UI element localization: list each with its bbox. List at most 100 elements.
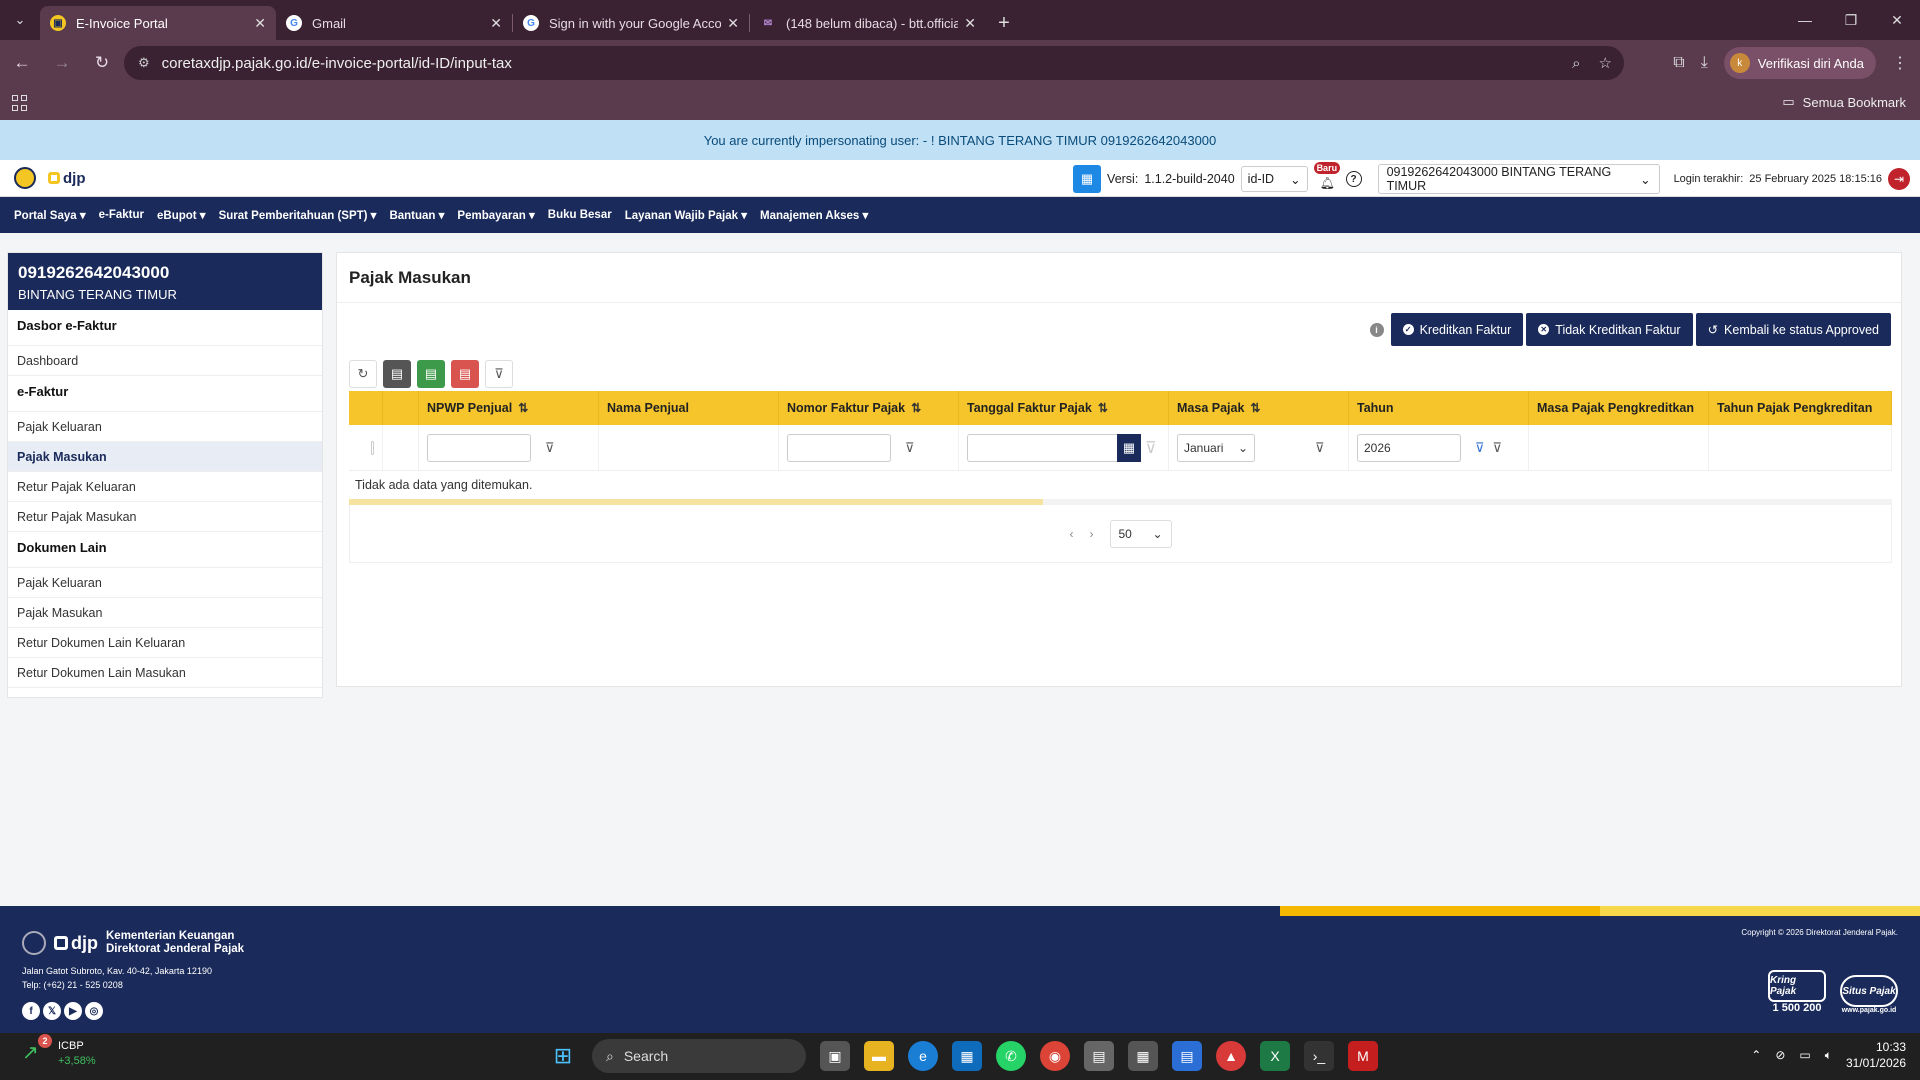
close-tab-icon[interactable]: ✕ xyxy=(727,15,739,32)
nav-item-8[interactable]: Manajemen Akses ▾ xyxy=(760,208,868,222)
excel-icon[interactable]: X xyxy=(1260,1041,1290,1071)
taskbar-search[interactable]: ⌕ Search xyxy=(592,1039,806,1073)
reload-icon[interactable]: ↻ xyxy=(84,45,120,81)
stock-widget[interactable]: ↗ 2 ICBP +3,58% xyxy=(22,1034,96,1069)
filter-active-icon[interactable]: ⊽ xyxy=(1475,440,1485,456)
sidebar-item[interactable]: Pajak Keluaran xyxy=(8,412,322,442)
calendar-icon[interactable]: ▦ xyxy=(1117,433,1141,462)
nomor-faktur-filter-input[interactable] xyxy=(787,433,891,462)
export-excel-icon[interactable]: ▤ xyxy=(417,360,445,388)
bookmark-star-icon[interactable]: ☆ xyxy=(1599,54,1612,72)
sidebar-item[interactable]: Retur Pajak Masukan xyxy=(8,502,322,532)
kembali-approved-button[interactable]: ↺ Kembali ke status Approved xyxy=(1695,313,1891,346)
nav-item-0[interactable]: Portal Saya ▾ xyxy=(14,208,86,222)
apps-grid-icon[interactable] xyxy=(12,95,28,111)
document-icon[interactable]: ▤ xyxy=(383,360,411,388)
app-icon[interactable]: ▤ xyxy=(1084,1041,1114,1071)
display-icon[interactable]: ▭ xyxy=(1799,1048,1810,1062)
nav-item-3[interactable]: Surat Pemberitahuan (SPT) ▾ xyxy=(219,208,377,222)
sidebar-item[interactable]: Retur Dokumen Lain Masukan xyxy=(8,658,322,688)
sidebar-item[interactable]: Pajak Masukan xyxy=(8,598,322,628)
refresh-icon[interactable]: ↻ xyxy=(349,360,377,388)
logout-icon[interactable]: ⇥ xyxy=(1888,168,1910,190)
export-pdf-icon[interactable]: ▤ xyxy=(451,360,479,388)
nav-item-7[interactable]: Layanan Wajib Pajak ▾ xyxy=(625,208,747,222)
anydesk-icon[interactable]: ▲ xyxy=(1216,1041,1246,1071)
situs-pajak-badge[interactable]: Situs Pajak www.pajak.go.id xyxy=(1840,975,1898,1014)
task-view-icon[interactable]: ▣ xyxy=(820,1041,850,1071)
site-info-icon[interactable]: ⚙ xyxy=(138,55,150,71)
edge-icon[interactable]: e xyxy=(908,1041,938,1071)
all-bookmarks[interactable]: ▭ Semua Bookmark xyxy=(1782,94,1906,110)
clock[interactable]: 10:33 31/01/2026 xyxy=(1846,1039,1906,1071)
kring-pajak-badge[interactable]: Kring Pajak 1 500 200 xyxy=(1768,970,1826,1014)
page-size-select[interactable]: 50 ⌄ xyxy=(1109,519,1172,548)
tab-google-signin[interactable]: G Sign in with your Google Accou ✕ xyxy=(513,6,749,40)
nav-item-1[interactable]: e-Faktur xyxy=(99,209,144,221)
clear-filter-icon[interactable]: ⊽ xyxy=(485,360,513,388)
column-header[interactable]: Tanggal Faktur Pajak ⇅ xyxy=(959,391,1169,425)
sidebar-item[interactable]: Pajak Masukan xyxy=(8,442,322,472)
chrome-icon[interactable]: ◉ xyxy=(1040,1041,1070,1071)
tahun-filter-input[interactable]: 2026 xyxy=(1357,433,1461,462)
clear-filter-icon[interactable]: ⊽ xyxy=(1315,440,1325,456)
taxpayer-select[interactable]: 0919262642043000 BINTANG TERANG TIMUR ⌄ xyxy=(1377,164,1660,194)
prev-page-icon[interactable]: ‹ xyxy=(1070,527,1074,541)
sidebar-item[interactable]: Retur Dokumen Lain Keluaran xyxy=(8,628,322,658)
volume-icon[interactable]: 🔈︎ xyxy=(1825,1048,1832,1063)
filter-icon[interactable]: ⊽ xyxy=(905,440,915,456)
next-page-icon[interactable]: › xyxy=(1090,527,1094,541)
filter-icon[interactable]: ⊽ xyxy=(545,440,555,456)
close-tab-icon[interactable]: ✕ xyxy=(254,15,266,32)
select-all-checkbox[interactable] xyxy=(371,440,374,455)
close-window-icon[interactable]: ✕ xyxy=(1874,0,1920,40)
masa-pajak-select[interactable]: Januari ⌄ xyxy=(1177,433,1255,462)
terminal-icon[interactable]: ›_ xyxy=(1304,1041,1334,1071)
minimize-icon[interactable]: — xyxy=(1782,0,1828,40)
restore-icon[interactable]: ❐ xyxy=(1828,0,1874,40)
instagram-icon[interactable]: ◎ xyxy=(85,1002,103,1020)
clear-filter-icon[interactable]: ⊽ xyxy=(1493,440,1503,456)
file-explorer-icon[interactable]: ▬ xyxy=(864,1041,894,1071)
nav-item-6[interactable]: Buku Besar xyxy=(548,209,612,221)
notification-bell[interactable]: Baru 🔔︎ xyxy=(1313,162,1341,192)
column-header[interactable]: Masa Pajak ⇅ xyxy=(1169,391,1349,425)
sort-icon[interactable]: ⇅ xyxy=(1250,401,1260,415)
download-icon[interactable]: ⤓ xyxy=(1701,54,1708,72)
network-off-icon[interactable]: ⊘ xyxy=(1775,1048,1785,1062)
menu-kebab-icon[interactable]: ⋮ xyxy=(1892,53,1908,73)
tanggal-filter-input[interactable] xyxy=(967,433,1117,462)
whatsapp-icon[interactable]: ✆ xyxy=(996,1041,1026,1071)
info-icon[interactable]: i xyxy=(1369,322,1384,337)
mcafee-icon[interactable]: M xyxy=(1348,1041,1378,1071)
extensions-icon[interactable]: ⧉ xyxy=(1673,54,1684,72)
sort-icon[interactable]: ⇅ xyxy=(518,401,528,415)
npwp-filter-input[interactable] xyxy=(427,433,531,462)
notepad-icon[interactable]: ▤ xyxy=(1172,1041,1202,1071)
facebook-icon[interactable]: f xyxy=(22,1002,40,1020)
sidebar-item[interactable]: Retur Pajak Keluaran xyxy=(8,472,322,502)
profile-button[interactable]: k Verifikasi diri Anda xyxy=(1723,47,1876,79)
column-header[interactable]: NPWP Penjual ⇅ xyxy=(419,391,599,425)
calculator-icon[interactable]: ▦ xyxy=(1128,1041,1158,1071)
back-icon[interactable]: ← xyxy=(4,45,40,81)
new-tab-icon[interactable]: + xyxy=(986,6,1022,40)
nav-item-5[interactable]: Pembayaran ▾ xyxy=(457,208,534,222)
tab-search-icon[interactable]: ⌄ xyxy=(0,0,40,40)
sort-icon[interactable]: ⇅ xyxy=(1098,401,1108,415)
help-icon[interactable]: ? xyxy=(1345,171,1362,187)
forward-icon[interactable]: → xyxy=(44,45,80,81)
language-select[interactable]: id-ID ⌄ xyxy=(1240,166,1308,192)
tab-gmail[interactable]: G Gmail ✕ xyxy=(276,6,512,40)
nav-item-4[interactable]: Bantuan ▾ xyxy=(389,208,444,222)
sort-icon[interactable]: ⇅ xyxy=(911,401,921,415)
address-bar[interactable]: ⚙ coretaxdjp.pajak.go.id/e-invoice-porta… xyxy=(124,46,1624,80)
sidebar-item[interactable]: Pajak Keluaran xyxy=(8,568,322,598)
tab-e-invoice-portal[interactable]: ▣ E-Invoice Portal ✕ xyxy=(40,6,276,40)
column-header[interactable]: Nomor Faktur Pajak ⇅ xyxy=(779,391,959,425)
chevron-up-icon[interactable]: ⌃ xyxy=(1751,1048,1761,1062)
sidebar-item[interactable]: Dashboard xyxy=(8,346,322,376)
logo-area[interactable]: djp xyxy=(14,167,86,189)
close-tab-icon[interactable]: ✕ xyxy=(490,15,502,32)
calendar-icon[interactable]: ▦ xyxy=(1073,165,1102,193)
